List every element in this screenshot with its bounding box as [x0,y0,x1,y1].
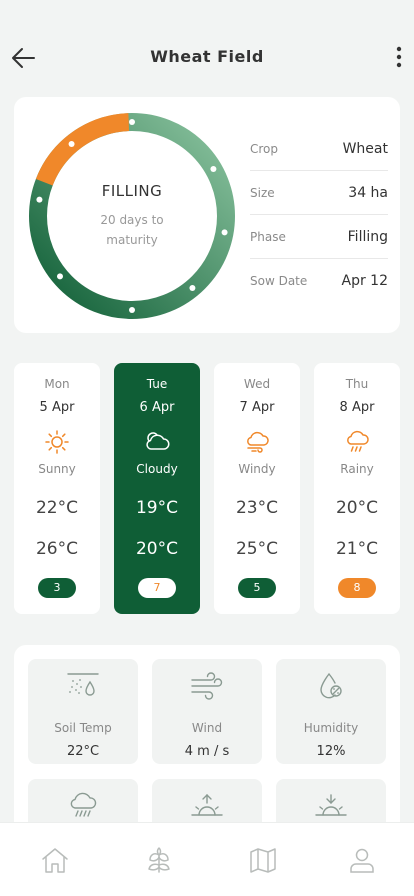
phase-label-group: FILLING 20 days to maturity [27,111,237,321]
day-name: Wed [243,377,271,391]
forecast-day-tue[interactable]: Tue 6 Apr Cloudy 19°C 20°C 7 [114,363,200,614]
day-low-temp: 26°C [35,539,78,559]
day-date: 5 Apr [39,400,75,415]
info-row-phase: Phase Filling [250,215,388,259]
app-header: Wheat Field [0,0,414,100]
day-high-temp: 23°C [235,498,278,518]
metric-label: Soil Temp [54,721,112,735]
rain-cloud-icon [347,430,369,452]
profile-icon[interactable] [347,845,377,875]
info-value: Filling [347,228,388,245]
metric-value: 22°C [66,744,100,759]
day-name: Tue [146,377,168,391]
day-badge: 7 [138,578,176,598]
soil-temp-icon [67,673,99,696]
page-title: Wheat Field [150,47,264,66]
rain-icon [70,792,97,817]
info-value: Wheat [342,140,388,157]
crop-phase-card: FILLING 20 days to maturity Crop Wheat S… [14,97,400,333]
day-date: 6 Apr [139,400,175,415]
day-date: 8 Apr [339,400,375,415]
crop-info-list: Crop Wheat Size 34 ha Phase Filling Sow … [250,127,388,303]
day-low-temp: 25°C [235,539,278,559]
info-value: Apr 12 [341,273,388,289]
wind-icon [191,672,223,700]
day-high-temp: 22°C [35,498,78,518]
days-to-maturity: 20 days to maturity [100,213,164,247]
day-high-temp: 20°C [335,498,378,518]
day-badge: 5 [238,578,276,598]
day-condition: Sunny [38,462,76,476]
day-low-temp: 20°C [135,539,178,559]
day-badge: 3 [38,578,76,598]
day-badge: 8 [338,578,376,598]
day-condition: Windy [238,462,276,476]
metric-label: Wind [191,721,223,735]
sun-icon [45,430,69,454]
metric-label: Humidity [303,721,359,735]
metric-humidity[interactable]: Humidity 12% [276,659,386,764]
metric-wind[interactable]: Wind 4 m / s [152,659,262,764]
map-icon[interactable] [248,845,278,875]
phase-name: FILLING [101,182,163,200]
info-value: 34 ha [348,184,388,201]
day-high-temp: 19°C [135,498,178,518]
info-label: Sow Date [250,274,308,288]
humidity-icon [320,673,342,699]
metric-value: 12% [316,744,346,759]
cloud-icon [146,432,170,450]
info-label: Phase [250,229,286,244]
day-name: Mon [44,377,70,391]
metric-soil-temp[interactable]: Soil Temp 22°C [28,659,138,764]
sunset-icon [315,794,347,816]
home-icon[interactable] [40,845,70,875]
info-label: Crop [250,141,279,156]
bottom-navigation [0,822,414,896]
forecast-day-thu[interactable]: Thu 8 Apr Rainy 20°C 21°C 8 [314,363,400,614]
more-options-icon[interactable] [391,45,407,71]
plant-icon[interactable] [144,845,174,875]
info-row-size: Size 34 ha [250,171,388,215]
day-date: 7 Apr [239,400,275,415]
sunrise-icon [191,794,223,816]
forecast-day-wed[interactable]: Wed 7 Apr Windy 23°C 25°C 5 [214,363,300,614]
forecast-day-mon[interactable]: Mon 5 Apr Sunny 22°C 26°C 3 [14,363,100,614]
info-row-crop: Crop Wheat [250,127,388,171]
day-condition: Cloudy [136,462,178,476]
day-condition: Rainy [340,462,374,476]
day-name: Thu [345,377,369,391]
info-label: Size [250,185,275,200]
day-low-temp: 21°C [335,539,378,559]
wind-cloud-icon [247,431,269,453]
info-row-sow-date: Sow Date Apr 12 [250,259,388,303]
metric-value: 4 m / s [184,744,230,759]
